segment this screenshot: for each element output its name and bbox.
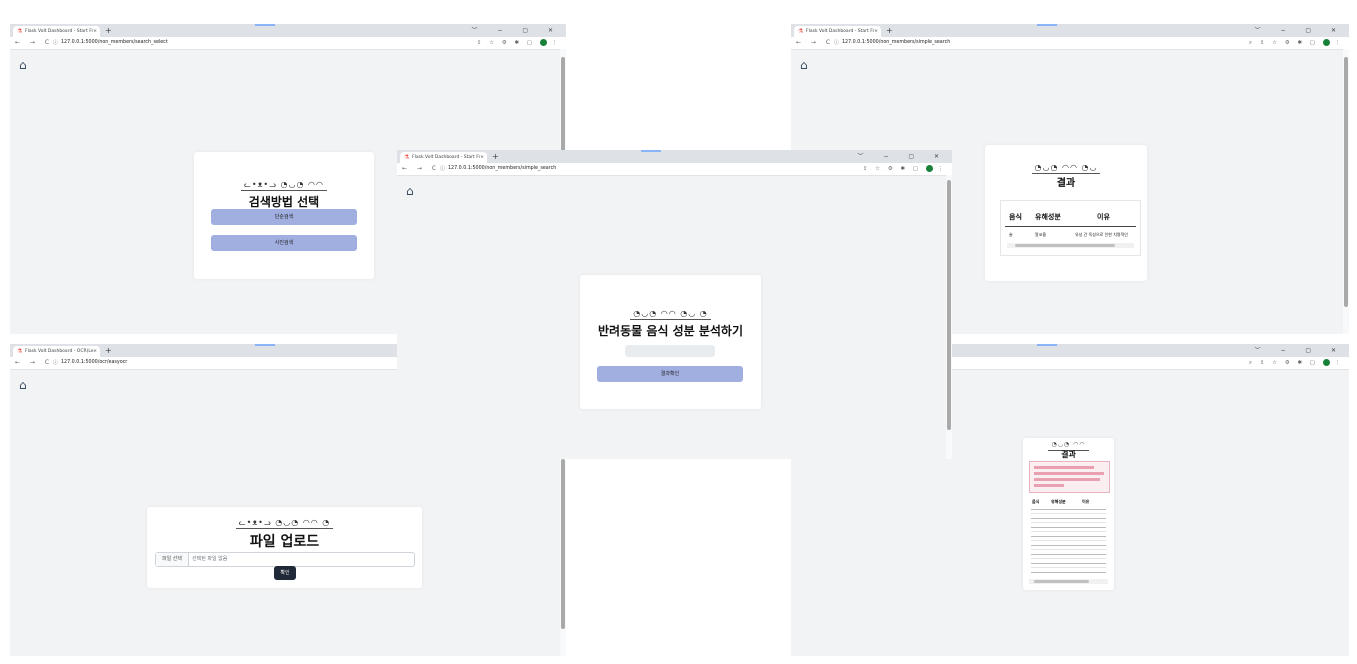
scrollbar[interactable] xyxy=(946,175,952,459)
address-bar: ← → C ⓘ 127.0.0.1:5000/non_members/simpl… xyxy=(791,37,1349,50)
browser-tab[interactable]: ⚗ Flask Volt Dashboard - Start Fr × xyxy=(13,26,100,37)
pets-logo-icon: ◔◡◔ ◠◠ ◔◡ ◔ xyxy=(580,309,761,320)
browser-tab[interactable]: ⚗ Flask Volt Dashboard - OCR(Le × xyxy=(13,346,100,357)
tab-close-icon[interactable]: × xyxy=(480,152,484,163)
upload-card: ᓚ•ᴥ•ᓗ ◔◡◔ ◠◠ ◔ 파일 업로드 파일 선택 선택된 파일 없음 확인 xyxy=(147,507,422,588)
url-text[interactable]: 127.0.0.1:5000/ocr/easyocr xyxy=(61,357,127,369)
profile-avatar[interactable] xyxy=(539,39,547,46)
home-icon[interactable]: ⌂ xyxy=(800,59,808,71)
food-search-input[interactable] xyxy=(625,345,715,357)
result-card: ◔◡◔ ◠◠ ◔◡ 결과 음식 유해성분 이유 술 알코올 유성 간 독성으로 … xyxy=(985,145,1147,281)
pets-logo-icon: ᓚ•ᴥ•ᓗ ◔◡◔ ◠◠ xyxy=(194,180,374,191)
tab-strip: ⚗ Flask Volt Dashboard - Start Fr × + ﹀ … xyxy=(10,24,566,37)
simple-search-button[interactable]: 단순검색 xyxy=(211,209,357,225)
tab-title: Flask Volt Dashboard - Start Fr xyxy=(25,29,94,34)
ocr-image-preview xyxy=(1029,461,1110,493)
tab-drag-indicator xyxy=(1036,344,1057,346)
flask-icon: ⚗ xyxy=(798,28,804,35)
new-tab-button[interactable]: + xyxy=(492,150,499,163)
result-title: 결과 xyxy=(1056,178,1076,189)
column-header: 음식 xyxy=(1009,213,1022,221)
tab-drag-indicator xyxy=(254,344,275,346)
new-tab-button[interactable]: + xyxy=(105,24,112,37)
flask-icon: ⚗ xyxy=(17,28,23,35)
info-icon[interactable]: ⓘ xyxy=(53,37,58,49)
tab-strip: ⚗ Flask Volt Dashboard - Start Fr × + ﹀ … xyxy=(791,24,1349,37)
search-select-card: ᓚ•ᴥ•ᓗ ◔◡◔ ◠◠ 검색방법 선택 단순검색 사진검색 xyxy=(194,152,374,279)
column-header: 이유 xyxy=(1097,213,1110,221)
table-cell-ingredient: 알코올 xyxy=(1035,232,1047,237)
window-controls[interactable]: ﹀ − ▢ ✕ xyxy=(472,24,562,37)
info-icon[interactable]: ⓘ xyxy=(53,357,58,369)
url-text[interactable]: 127.0.0.1:5000/non_members/search_select xyxy=(61,37,168,49)
profile-avatar[interactable] xyxy=(925,165,933,172)
upload-title: 파일 업로드 xyxy=(249,534,320,550)
tab-title: Flask Volt Dashboard - Start Fr xyxy=(806,29,875,34)
window-controls[interactable]: ﹀ − ▢ ✕ xyxy=(1255,24,1345,37)
divider xyxy=(1005,226,1136,227)
profile-avatar[interactable] xyxy=(1322,359,1330,366)
address-bar: ← → C ⓘ 127.0.0.1:5000/non_members/searc… xyxy=(10,37,566,50)
check-result-button[interactable]: 결과확인 xyxy=(597,366,743,382)
tab-strip: ⚗ Flask Volt Dashboard - Start Fr × + ﹀ … xyxy=(397,150,952,163)
nav-buttons[interactable]: ← → C xyxy=(15,357,53,369)
browser-tab[interactable]: ⚗ Flask Volt Dashboard - Start Fr × xyxy=(400,152,487,163)
tab-drag-indicator xyxy=(641,150,662,152)
ocr-result-title: 결과 xyxy=(1061,450,1076,459)
address-bar: ← → C ⓘ 127.0.0.1:5000/non_members/simpl… xyxy=(397,163,952,176)
nav-buttons[interactable]: ← → C xyxy=(402,163,440,175)
tab-title: Flask Volt Dashboard - OCR(Le xyxy=(25,349,94,354)
window-controls[interactable]: ﹀ − ▢ ✕ xyxy=(1255,344,1345,357)
window-controls[interactable]: ﹀ − ▢ ✕ xyxy=(858,150,948,163)
url-text[interactable]: 127.0.0.1:5000/non_members/simple_search xyxy=(448,163,556,175)
column-header: 이유 xyxy=(1082,499,1090,504)
url-text[interactable]: 127.0.0.1:5000/non_members/simple_search xyxy=(842,37,950,49)
home-icon[interactable]: ⌂ xyxy=(19,379,27,391)
tab-close-icon[interactable]: × xyxy=(93,26,97,37)
extension-icons[interactable]: ⌕ ⇪ ☆ ⚙ ✱ ▢ ⋮ xyxy=(1249,357,1343,369)
column-header: 유해성분 xyxy=(1035,213,1061,221)
result-table: 음식 유해성분 이유 술 알코올 유성 간 독성으로 인한 치명적인 xyxy=(1000,200,1141,256)
scrollbar[interactable] xyxy=(1343,49,1349,334)
tab-close-icon[interactable]: × xyxy=(93,346,97,357)
extension-icons[interactable]: ⇪ ☆ ⚙ ✱ ▢ ⋮ xyxy=(863,163,946,175)
info-icon[interactable]: ⓘ xyxy=(834,37,839,49)
flask-icon: ⚗ xyxy=(404,154,410,161)
search-title: 반려동물 음식 성분 분석하기 xyxy=(597,324,743,338)
column-header: 음식 xyxy=(1032,499,1040,504)
confirm-button[interactable]: 확인 xyxy=(274,566,296,580)
profile-avatar[interactable] xyxy=(1322,39,1330,46)
home-icon[interactable]: ⌂ xyxy=(19,59,27,71)
nav-buttons[interactable]: ← → C xyxy=(15,37,53,49)
table-cell-reason: 유성 간 독성으로 인한 치명적인 xyxy=(1075,232,1128,237)
horizontal-scrollbar[interactable] xyxy=(1029,579,1108,584)
table-cell-food: 술 xyxy=(1009,232,1013,237)
new-tab-button[interactable]: + xyxy=(105,344,112,357)
extension-icons[interactable]: ⇪ ☆ ⚙ ✱ ▢ ⋮ xyxy=(477,37,560,49)
ocr-result-card: ◔◡◔ ◠◠ 결과 음식 유해성분 이유 xyxy=(1023,438,1114,590)
tab-drag-indicator xyxy=(1036,24,1057,26)
horizontal-scrollbar[interactable] xyxy=(1007,243,1134,248)
flask-icon: ⚗ xyxy=(17,348,23,355)
tab-drag-indicator xyxy=(254,24,275,26)
extension-icons[interactable]: ⌕ ⇪ ☆ ⚙ ✱ ▢ ⋮ xyxy=(1249,37,1343,49)
browser-tab[interactable]: ⚗ Flask Volt Dashboard - Start Fr × xyxy=(794,26,881,37)
pets-logo-icon: ᓚ•ᴥ•ᓗ ◔◡◔ ◠◠ ◔ xyxy=(147,518,422,529)
pets-logo-icon: ◔◡◔ ◠◠ ◔◡ xyxy=(985,163,1147,174)
browser-window-simple-search: ⚗ Flask Volt Dashboard - Start Fr × + ﹀ … xyxy=(397,150,952,459)
file-placeholder: 선택된 파일 없음 xyxy=(192,556,228,562)
new-tab-button[interactable]: + xyxy=(886,24,893,37)
nav-buttons[interactable]: ← → C xyxy=(796,37,834,49)
file-input[interactable]: 파일 선택 선택된 파일 없음 xyxy=(155,552,415,567)
page-title: 검색방법 선택 xyxy=(248,195,320,209)
tab-close-icon[interactable]: × xyxy=(874,26,878,37)
tab-title: Flask Volt Dashboard - Start Fr xyxy=(412,155,481,160)
file-select-button[interactable]: 파일 선택 xyxy=(156,553,189,566)
column-header: 유해성분 xyxy=(1051,499,1066,504)
photo-search-button[interactable]: 사진검색 xyxy=(211,235,357,251)
home-icon[interactable]: ⌂ xyxy=(406,185,414,197)
info-icon[interactable]: ⓘ xyxy=(440,163,445,175)
table-row-lines xyxy=(1031,509,1106,573)
simple-search-card: ◔◡◔ ◠◠ ◔◡ ◔ 반려동물 음식 성분 분석하기 결과확인 xyxy=(580,275,761,409)
